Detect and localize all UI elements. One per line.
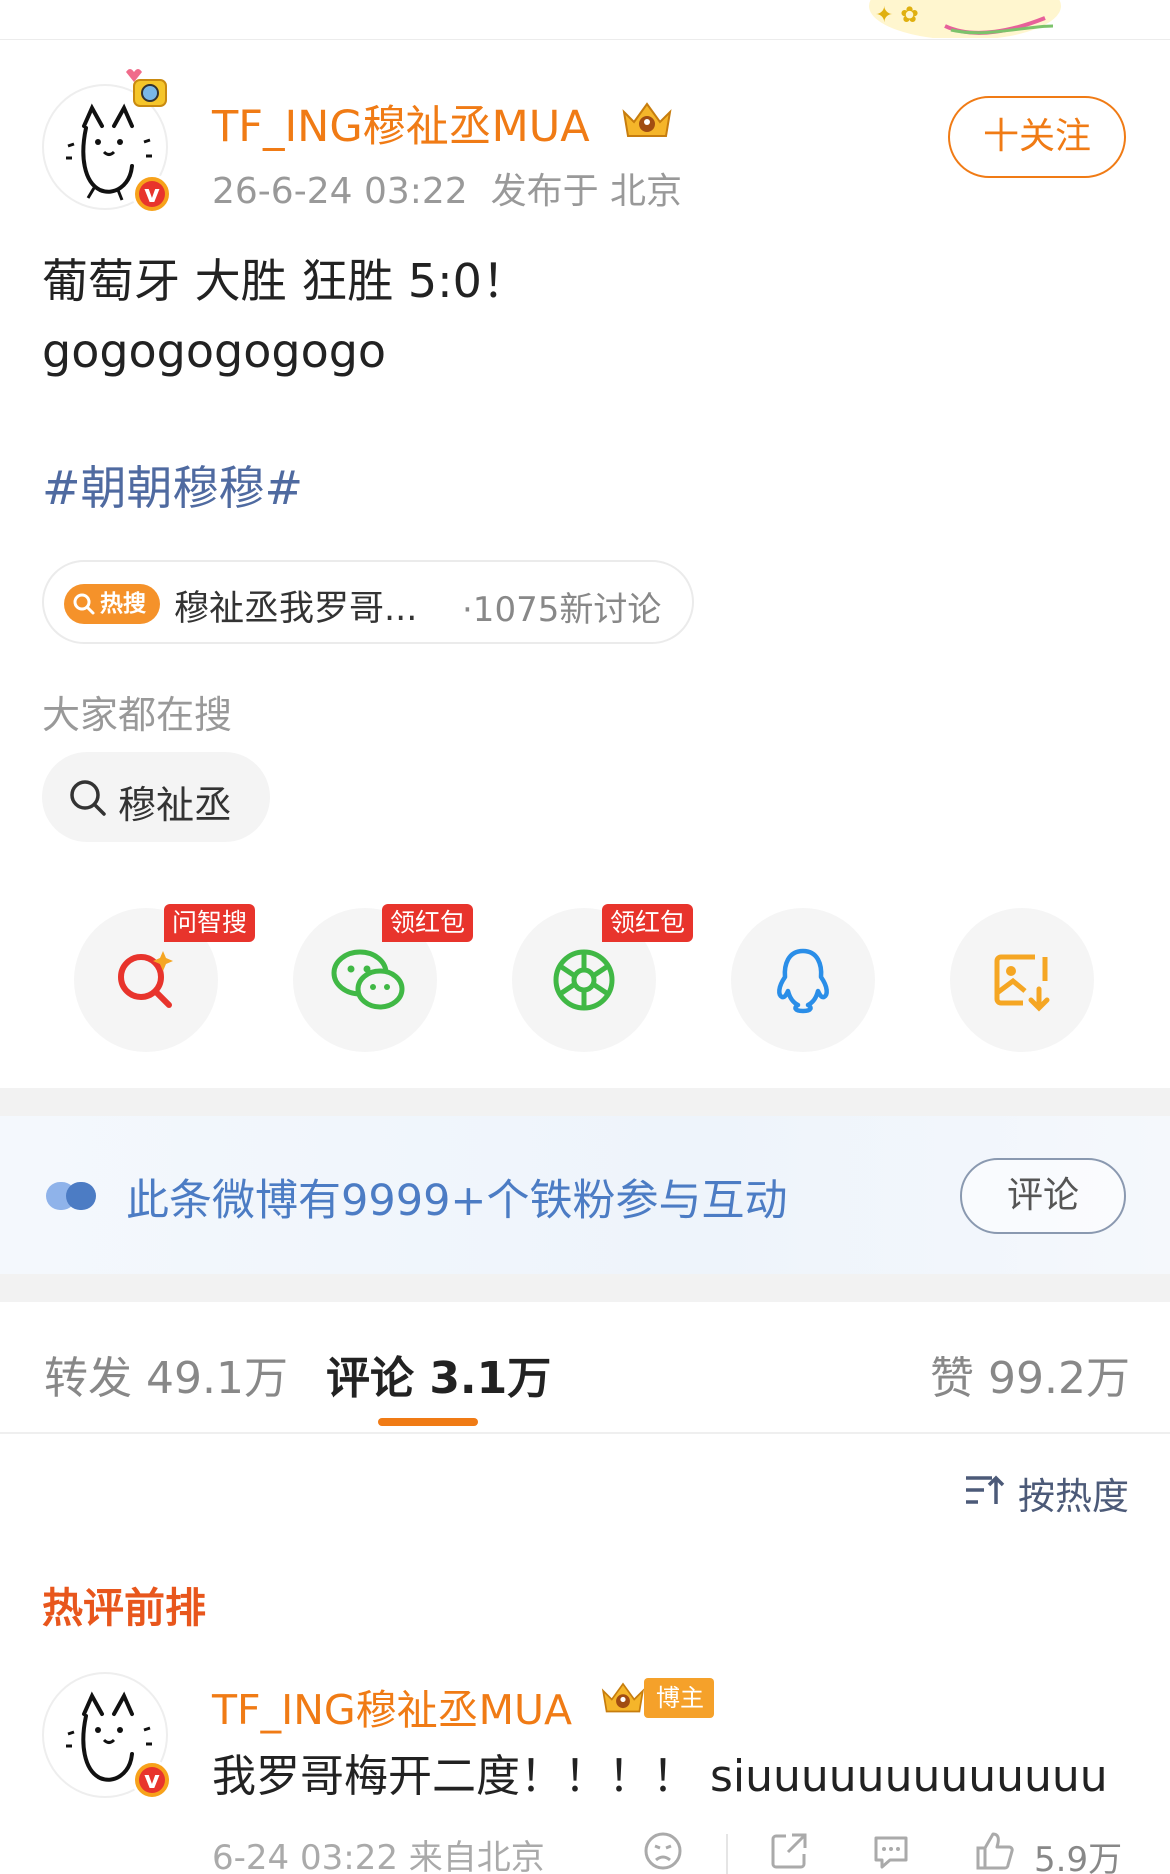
comment-like-count: 5.9万 [1034, 1840, 1123, 1874]
share-tag-moments: 领红包 [602, 904, 694, 942]
post-text-line-1: 葡萄牙 大胜 狂胜 5:0！ [42, 254, 528, 308]
crown-badge-icon [601, 1682, 645, 1713]
active-tab-indicator [378, 1418, 478, 1426]
share-save-image-button[interactable] [950, 908, 1094, 1052]
search-icon [70, 780, 106, 816]
action-divider [726, 1834, 728, 1874]
camera-sticker-icon [126, 69, 167, 107]
post-hashtag-link[interactable]: #朝朝穆穆# [42, 452, 303, 518]
author-badge: 博主 [644, 1678, 714, 1718]
hot-comments-title: 热评前排 [42, 1584, 206, 1632]
post-text-line-2: gogogogogogo [42, 324, 387, 378]
post-author-name[interactable]: TF_ING穆祉丞MUA [212, 92, 590, 154]
save-image-icon [994, 954, 1050, 1012]
post-body: 葡萄牙 大胜 狂胜 5:0！ gogogogogogo [42, 246, 528, 386]
thumbs-up-icon[interactable] [974, 1830, 1016, 1872]
hot-search-tag-label: 热搜 [100, 591, 146, 617]
interaction-tabs: 转发 49.1万 评论 3.1万 赞 99.2万 [0, 1302, 1170, 1434]
everyone-search-label: 大家都在搜 [42, 693, 233, 737]
hot-search-pill[interactable]: 热搜 穆祉丞我罗哥... ·1075新讨论 [42, 560, 694, 644]
sort-label: 按热度 [1018, 1475, 1129, 1518]
post-meta: 26-6-24 03:22 发布于 北京 [212, 162, 682, 214]
fan-pill-icon [46, 1182, 96, 1210]
fan-comment-button[interactable]: 评论 [960, 1158, 1126, 1234]
festive-sticker-icon: ✦ ✿ [869, 0, 1061, 38]
comment-author-name[interactable]: TF_ING穆祉丞MUA [212, 1676, 572, 1736]
comment-meta: 6-24 03:22 来自北京 [212, 1838, 545, 1874]
verified-badge-icon: v [132, 174, 172, 214]
fan-interaction-text: 此条微博有9999+个铁粉参与互动 [126, 1176, 788, 1226]
search-suggestion-chip[interactable]: 穆祉丞 [42, 752, 270, 842]
section-divider [0, 1274, 1170, 1302]
tab-comment[interactable]: 评论 3.1万 [326, 1342, 551, 1406]
top-strip: ✦ ✿ [0, 0, 1170, 40]
sort-icon [966, 1475, 1005, 1504]
reply-icon[interactable] [870, 1830, 912, 1872]
share-icon[interactable] [768, 1830, 810, 1872]
wechat-icon [331, 949, 405, 1010]
dislike-face-icon[interactable] [642, 1830, 684, 1872]
hot-search-count: ·1075新讨论 [462, 590, 662, 630]
post-timestamp: 26-6-24 03:22 [212, 171, 468, 212]
ai-search-icon [118, 951, 173, 1008]
post-location: 发布于 北京 [490, 171, 683, 212]
search-suggestion-text: 穆祉丞 [118, 783, 233, 827]
share-qq-button[interactable] [731, 908, 875, 1052]
svg-text:✦ ✿: ✦ ✿ [875, 3, 919, 28]
search-icon [73, 593, 95, 615]
share-tag-ai-search: 问智搜 [164, 904, 256, 942]
hot-search-tag: 热搜 [64, 584, 160, 624]
follow-button[interactable]: 十关注 [948, 96, 1126, 178]
hot-search-title: 穆祉丞我罗哥... [174, 589, 418, 629]
share-tag-wechat: 领红包 [382, 904, 474, 942]
fan-interaction-banner: 此条微博有9999+个铁粉参与互动 评论 [0, 1116, 1170, 1274]
section-divider [0, 1088, 1170, 1116]
moments-icon [553, 949, 615, 1011]
author-avatar[interactable]: v [42, 69, 172, 214]
comment-text: 我罗哥梅开二度！！！！ siuuuuuuuuuuuuu [212, 1751, 1108, 1802]
crown-badge-icon [622, 102, 672, 137]
tab-repost[interactable]: 转发 49.1万 [44, 1342, 288, 1406]
verified-badge-icon: v [132, 1760, 172, 1800]
qq-icon [777, 948, 829, 1014]
tab-like[interactable]: 赞 99.2万 [930, 1342, 1130, 1406]
commenter-avatar[interactable]: v [42, 1672, 172, 1800]
